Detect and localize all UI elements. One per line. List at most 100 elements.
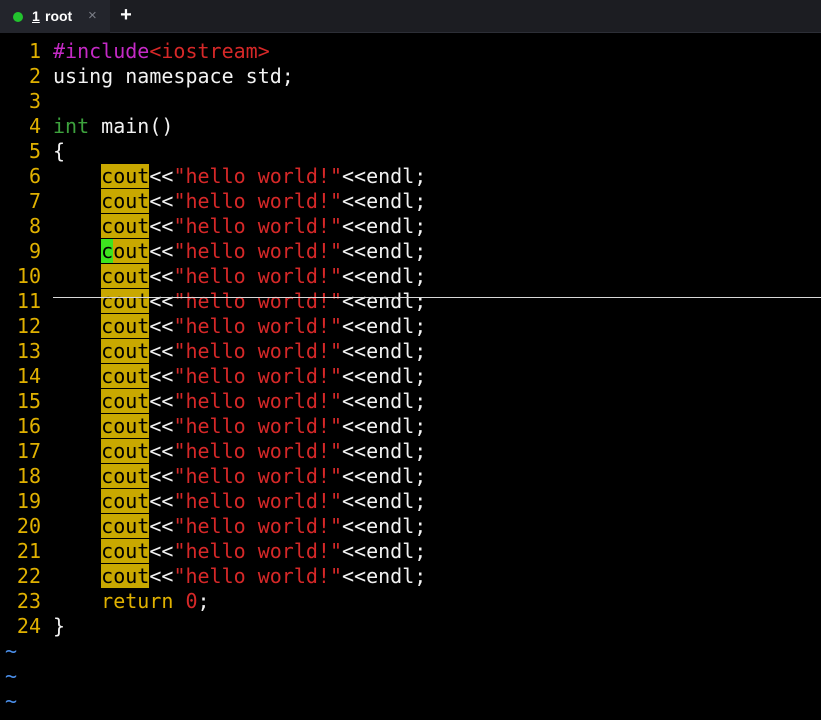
code-line[interactable]: 14 cout<<"hello world!"<<endl; <box>0 364 821 389</box>
search-match: cout <box>101 564 150 588</box>
search-match-text: out <box>113 239 150 263</box>
search-match: cout <box>101 489 150 513</box>
code-token: using namespace std; <box>53 64 294 88</box>
line-text: using namespace std; <box>53 64 294 89</box>
code-line[interactable]: 5{ <box>0 139 821 164</box>
code-token: << <box>149 264 174 288</box>
code-line[interactable]: 2 using namespace std; <box>0 64 821 89</box>
code-line[interactable]: 7 cout<<"hello world!"<<endl; <box>0 189 821 214</box>
line-text: cout<<"hello world!"<<endl; <box>53 464 426 489</box>
code-line[interactable]: 21 cout<<"hello world!"<<endl; <box>0 539 821 564</box>
tab-root[interactable]: 1 root × <box>0 0 110 33</box>
number-literal: 0 <box>185 589 198 613</box>
line-number: 24 <box>16 614 41 638</box>
string-literal: "hello world!" <box>173 364 343 388</box>
code-line[interactable]: 11 cout<<"hello world!"<<endl; <box>0 289 821 314</box>
line-number: 5 <box>28 139 41 163</box>
line-text: cout<<"hello world!"<<endl; <box>53 439 426 464</box>
code-token: <<endl; <box>342 289 427 313</box>
code-line[interactable]: 1 #include<iostream> <box>0 39 821 64</box>
code-token: ; <box>197 589 210 613</box>
code-token: << <box>149 414 174 438</box>
empty-line-tilde: ~ <box>5 639 18 663</box>
search-match: cout <box>101 314 150 338</box>
search-match: cout <box>101 514 150 538</box>
line-number: 9 <box>28 239 41 263</box>
line-text: cout<<"hello world!"<<endl; <box>53 289 426 314</box>
code-token: <<endl; <box>342 264 427 288</box>
code-line[interactable]: 6 cout<<"hello world!"<<endl; <box>0 164 821 189</box>
code-line[interactable]: 9 cout<<"hello world!"<<endl; <box>0 239 821 264</box>
line-text: cout<<"hello world!"<<endl; <box>53 339 426 364</box>
line-number: 7 <box>28 189 41 213</box>
code-token: <<endl; <box>342 314 427 338</box>
code-token: <<endl; <box>342 189 427 213</box>
code-line[interactable]: 19 cout<<"hello world!"<<endl; <box>0 489 821 514</box>
string-literal: "hello world!" <box>173 164 343 188</box>
line-text: } <box>53 614 65 639</box>
search-match: cout <box>101 414 150 438</box>
code-token: << <box>149 539 174 563</box>
close-icon[interactable]: × <box>88 7 97 24</box>
code-line[interactable]: 24} <box>0 614 821 639</box>
code-line[interactable]: 10 cout<<"hello world!"<<endl; <box>0 264 821 289</box>
code-line[interactable]: 18 cout<<"hello world!"<<endl; <box>0 464 821 489</box>
code-line[interactable]: 22 cout<<"hello world!"<<endl; <box>0 564 821 589</box>
code-token: << <box>149 189 174 213</box>
search-match: cout <box>101 189 150 213</box>
search-match: cout <box>101 239 150 263</box>
code-token: main() <box>89 114 174 138</box>
line-text: #include<iostream> <box>53 39 270 64</box>
line-text: return 0; <box>53 589 210 614</box>
code-token: { <box>53 139 66 163</box>
string-literal: "hello world!" <box>173 464 343 488</box>
tab-number: 1 <box>32 8 40 24</box>
line-number: 2 <box>28 64 41 88</box>
code-line[interactable]: 4 int main() <box>0 114 821 139</box>
code-line[interactable]: 3 <box>0 89 821 114</box>
line-text: cout<<"hello world!"<<endl; <box>53 514 426 539</box>
code-line[interactable]: 20 cout<<"hello world!"<<endl; <box>0 514 821 539</box>
code-token: << <box>149 339 174 363</box>
code-token: << <box>149 289 174 313</box>
code-token: << <box>149 389 174 413</box>
code-line[interactable]: 17 cout<<"hello world!"<<endl; <box>0 439 821 464</box>
code-token: << <box>149 314 174 338</box>
cursor-line-underline <box>53 297 821 298</box>
include-header: <iostream> <box>149 39 270 63</box>
search-match: cout <box>101 389 150 413</box>
string-literal: "hello world!" <box>173 514 343 538</box>
line-number: 1 <box>28 39 41 63</box>
code-line[interactable]: 15 cout<<"hello world!"<<endl; <box>0 389 821 414</box>
string-literal: "hello world!" <box>173 264 343 288</box>
line-number: 21 <box>16 539 41 563</box>
string-literal: "hello world!" <box>173 214 343 238</box>
new-tab-button[interactable]: + <box>117 3 135 27</box>
code-token: <<endl; <box>342 489 427 513</box>
code-editor[interactable]: 1 #include<iostream> 2 using namespace std;… <box>0 39 821 720</box>
line-number: 22 <box>16 564 41 588</box>
code-token: <<endl; <box>342 564 427 588</box>
code-line[interactable]: 8 cout<<"hello world!"<<endl; <box>0 214 821 239</box>
code-token: <<endl; <box>342 514 427 538</box>
code-line[interactable]: 12 cout<<"hello world!"<<endl; <box>0 314 821 339</box>
code-token: << <box>149 564 174 588</box>
search-match: cout <box>101 214 150 238</box>
code-line[interactable]: 13 cout<<"hello world!"<<endl; <box>0 339 821 364</box>
line-text: cout<<"hello world!"<<endl; <box>53 489 426 514</box>
status-dot-icon <box>13 12 23 22</box>
text-cursor[interactable]: c <box>101 239 114 263</box>
string-literal: "hello world!" <box>173 314 343 338</box>
code-line[interactable]: 16 cout<<"hello world!"<<endl; <box>0 414 821 439</box>
code-line[interactable]: 23 return 0; <box>0 589 821 614</box>
line-text: cout<<"hello world!"<<endl; <box>53 564 426 589</box>
